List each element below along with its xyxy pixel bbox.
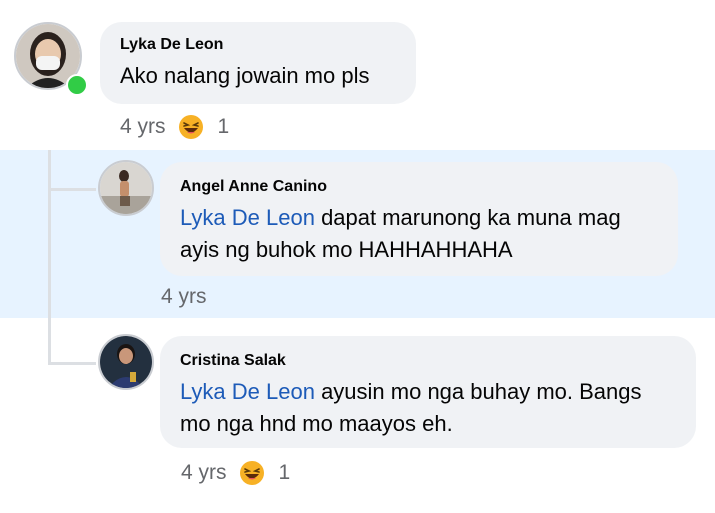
- thread-connector-branch: [48, 362, 96, 365]
- reply-author[interactable]: Angel Anne Canino: [180, 178, 658, 196]
- mention-link[interactable]: Lyka De Leon: [180, 379, 315, 404]
- laughing-emoji-icon[interactable]: [178, 114, 204, 140]
- comment-author[interactable]: Lyka De Leon: [120, 36, 396, 54]
- reaction-count[interactable]: 1: [218, 115, 230, 139]
- comment-bubble[interactable]: Lyka De Leon Ako nalang jowain mo pls: [100, 22, 416, 104]
- avatar[interactable]: [98, 334, 154, 390]
- reply-author[interactable]: Cristina Salak: [180, 352, 676, 370]
- reply-bubble[interactable]: Angel Anne Canino Lyka De Leon dapat mar…: [160, 162, 678, 276]
- avatar-image: [100, 162, 152, 214]
- mention-link[interactable]: Lyka De Leon: [180, 205, 315, 230]
- reaction-count[interactable]: 1: [279, 461, 291, 485]
- reply-meta: 4 yrs: [161, 285, 207, 309]
- thread-connector-branch: [48, 188, 96, 191]
- online-status-indicator: [66, 74, 88, 96]
- reply-bubble[interactable]: Cristina Salak Lyka De Leon ayusin mo ng…: [160, 336, 696, 448]
- avatar-image: [100, 336, 152, 388]
- reply-text-line: ayusin mo nga buhay mo. Bangs: [314, 379, 642, 404]
- comment-meta: 4 yrs 1: [120, 114, 229, 140]
- reply-text-line: mo nga hnd mo maayos eh.: [180, 411, 453, 436]
- comment-timestamp[interactable]: 4 yrs: [120, 115, 166, 139]
- reply-text-line: ayis ng buhok mo HAHHAHHAHA: [180, 237, 513, 262]
- reply-timestamp[interactable]: 4 yrs: [161, 285, 207, 309]
- reply-text: Lyka De Leon dapat marunong ka muna mag …: [180, 202, 658, 266]
- avatar[interactable]: [98, 160, 154, 216]
- reply-meta: 4 yrs 1: [181, 460, 290, 486]
- reply-text-line: dapat marunong ka muna mag: [314, 205, 621, 230]
- thread-connector-line: [48, 150, 51, 364]
- reply-timestamp[interactable]: 4 yrs: [181, 461, 227, 485]
- reply-text: Lyka De Leon ayusin mo nga buhay mo. Ban…: [180, 376, 676, 440]
- laughing-emoji-icon[interactable]: [239, 460, 265, 486]
- comment-text: Ako nalang jowain mo pls: [120, 63, 370, 88]
